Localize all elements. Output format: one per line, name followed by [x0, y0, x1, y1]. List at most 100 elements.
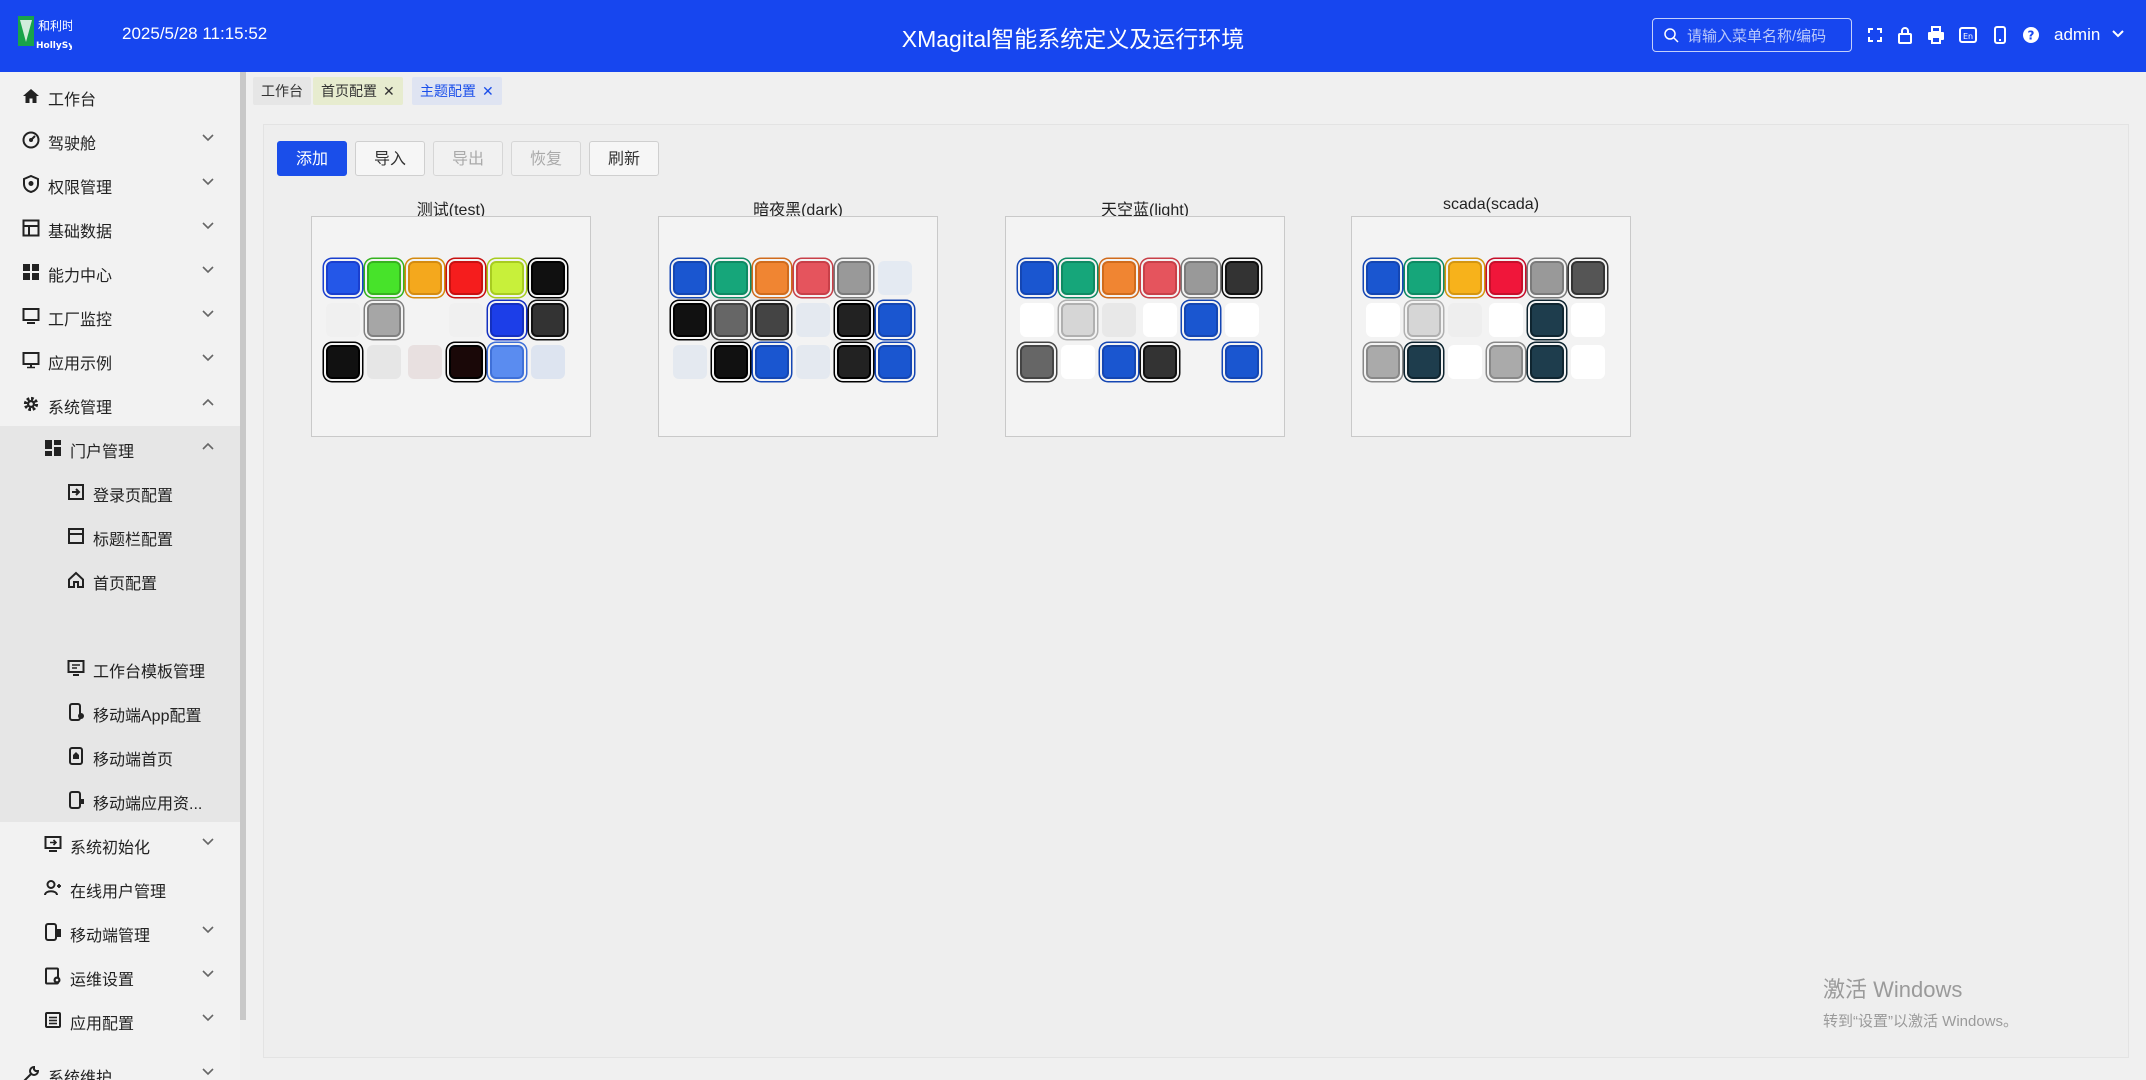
color-swatch — [1061, 345, 1095, 379]
color-swatch — [878, 261, 912, 295]
color-swatch — [1225, 345, 1259, 379]
color-swatch — [755, 261, 789, 295]
sidebar-item-mobile-app-config[interactable]: 移动端App配置 — [0, 690, 240, 734]
color-swatch — [490, 261, 524, 295]
sidebar-item-theme-config[interactable] — [0, 602, 240, 646]
export-button[interactable]: 导出 — [433, 141, 503, 176]
color-swatch — [1530, 303, 1564, 337]
color-swatch — [1366, 261, 1400, 295]
sidebar-item-home-config[interactable]: 首页配置 — [0, 558, 240, 602]
list-icon — [45, 1012, 61, 1028]
sidebar-scrollbar[interactable] — [240, 72, 246, 1020]
color-swatch — [367, 303, 401, 337]
mobile-icon[interactable] — [1991, 26, 2009, 44]
chevron-down-icon[interactable] — [2112, 29, 2124, 39]
theme-card-dark[interactable] — [658, 216, 938, 437]
help-icon[interactable]: ? — [2022, 26, 2040, 44]
sidebar-item-workbench-template[interactable]: 工作台模板管理 — [0, 646, 240, 690]
chevron-down-icon — [202, 1014, 214, 1022]
grid-icon — [23, 264, 39, 280]
sidebar-item-portal-management[interactable]: 门户管理 — [0, 426, 240, 470]
tab-workbench[interactable]: 工作台 — [253, 77, 311, 105]
sidebar-item-basic-data[interactable]: 基础数据 — [0, 206, 240, 250]
lock-icon[interactable] — [1896, 26, 1914, 44]
color-swatch — [1530, 261, 1564, 295]
chevron-down-icon — [202, 926, 214, 934]
color-swatch — [1020, 345, 1054, 379]
chevron-down-icon — [202, 310, 214, 318]
phone-home-icon — [69, 747, 83, 765]
color-swatch — [714, 345, 748, 379]
color-swatch — [1020, 261, 1054, 295]
sidebar-item-mobile-home[interactable]: 移动端首页 — [0, 734, 240, 778]
color-swatch — [531, 261, 565, 295]
color-swatch — [755, 345, 789, 379]
phone-config-icon — [69, 703, 84, 721]
close-icon[interactable]: ✕ — [482, 83, 494, 99]
sidebar-item-cockpit[interactable]: 驾驶舱 — [0, 118, 240, 162]
ops-icon — [45, 967, 61, 985]
sidebar-item-app-examples[interactable]: 应用示例 — [0, 338, 240, 382]
sidebar-item-factory-monitor[interactable]: 工厂监控 — [0, 294, 240, 338]
color-swatch — [1448, 261, 1482, 295]
color-swatch — [1448, 303, 1482, 337]
color-swatch — [1061, 261, 1095, 295]
sidebar-item-app-config[interactable]: 应用配置 — [0, 998, 240, 1042]
language-icon[interactable]: En — [1959, 26, 1977, 44]
color-swatch — [326, 303, 360, 337]
top-header: 和利时 HollySys 2025/5/28 11:15:52 XMagital… — [0, 0, 2146, 72]
sidebar-item-online-users[interactable]: 在线用户管理 — [0, 866, 240, 910]
sidebar-item-mobile-app-resources[interactable]: 移动端应用资... — [0, 778, 240, 822]
sidebar-item-workbench[interactable]: 工作台 — [0, 74, 240, 118]
color-swatch — [1571, 303, 1605, 337]
color-swatch — [837, 345, 871, 379]
color-swatch — [449, 303, 483, 337]
fullscreen-icon[interactable] — [1866, 26, 1884, 44]
table-icon — [22, 219, 40, 237]
import-button[interactable]: 导入 — [355, 141, 425, 176]
theme-card-test[interactable] — [311, 216, 591, 437]
color-swatch — [1366, 303, 1400, 337]
sidebar-item-system-init[interactable]: 系统初始化 — [0, 822, 240, 866]
user-name[interactable]: admin — [2054, 25, 2100, 45]
sidebar: 工作台 驾驶舱 权限管理 基础数据 能力中心 工厂监控 应用示例 系统管理 门户… — [0, 72, 240, 1080]
tools-icon — [23, 1065, 40, 1080]
color-swatch — [1407, 261, 1441, 295]
phone-app-icon — [69, 791, 84, 809]
sidebar-item-system-maintenance[interactable]: 系统维护 — [0, 1052, 240, 1080]
close-icon[interactable]: ✕ — [383, 83, 395, 99]
menu-search-box[interactable] — [1652, 18, 1852, 52]
color-swatch — [449, 261, 483, 295]
dashboard-icon — [22, 131, 40, 149]
color-swatch — [755, 303, 789, 337]
color-swatch — [796, 261, 830, 295]
color-swatch — [1489, 303, 1523, 337]
tab-home-config[interactable]: 首页配置 ✕ — [313, 77, 403, 105]
chevron-down-icon — [202, 134, 214, 142]
sidebar-item-ops-settings[interactable]: 运维设置 — [0, 954, 240, 998]
menu-search-input[interactable] — [1685, 24, 1849, 48]
search-icon — [1664, 28, 1679, 43]
color-swatch — [1143, 261, 1177, 295]
theme-card-light[interactable] — [1005, 216, 1285, 437]
sidebar-item-login-config[interactable]: 登录页配置 — [0, 470, 240, 514]
color-swatch — [714, 303, 748, 337]
sidebar-item-system-management[interactable]: 系统管理 — [0, 382, 240, 426]
color-swatch — [408, 345, 442, 379]
print-icon[interactable] — [1927, 26, 1945, 44]
sidebar-item-capability[interactable]: 能力中心 — [0, 250, 240, 294]
tab-theme-config[interactable]: 主题配置 ✕ — [412, 77, 502, 105]
sidebar-item-titlebar-config[interactable]: 标题栏配置 — [0, 514, 240, 558]
color-swatch — [878, 303, 912, 337]
restore-button[interactable]: 恢复 — [511, 141, 581, 176]
tabs-bar: 工作台 首页配置 ✕ 主题配置 ✕ — [248, 72, 2146, 112]
add-button[interactable]: 添加 — [277, 141, 347, 176]
theme-card-scada[interactable] — [1351, 216, 1631, 437]
color-swatch — [326, 261, 360, 295]
user-icon — [44, 880, 61, 896]
color-swatch — [1225, 303, 1259, 337]
refresh-button[interactable]: 刷新 — [589, 141, 659, 176]
sidebar-item-permissions[interactable]: 权限管理 — [0, 162, 240, 206]
color-swatch — [1061, 303, 1095, 337]
sidebar-item-mobile-management[interactable]: 移动端管理 — [0, 910, 240, 954]
